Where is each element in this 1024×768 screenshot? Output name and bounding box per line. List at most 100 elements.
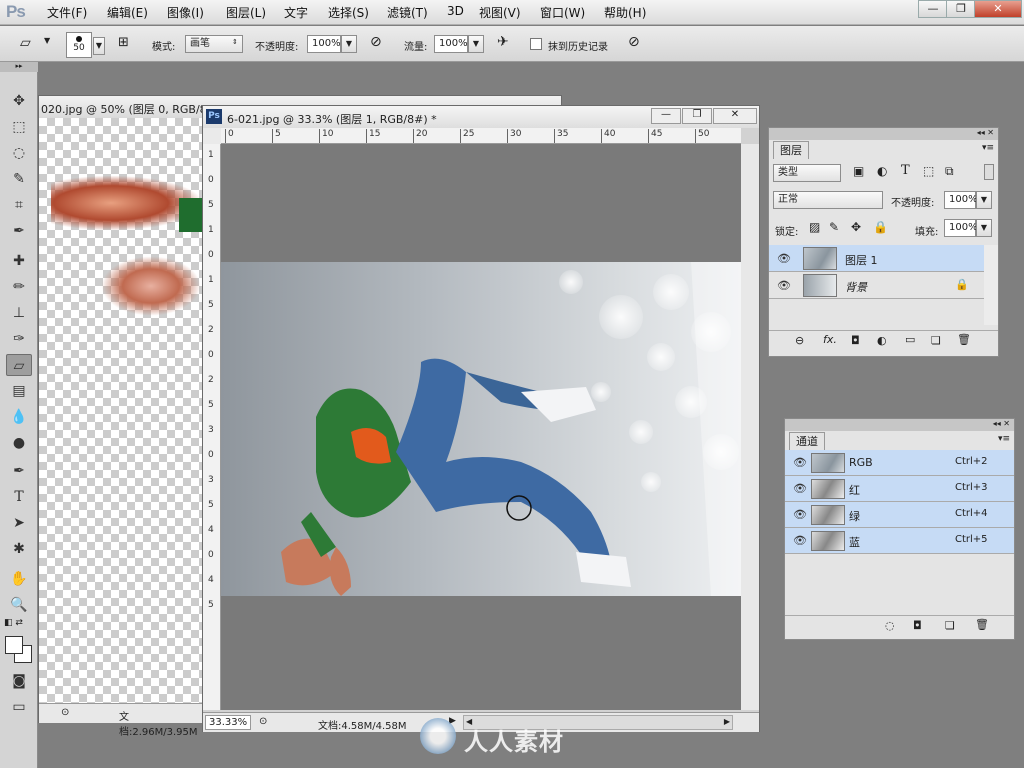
visibility-eye-icon[interactable]: 👁 [777, 279, 791, 292]
visibility-eye-icon[interactable]: 👁 [793, 534, 807, 547]
panel-menu-icon[interactable]: ▾≡ [982, 143, 994, 153]
save-selection-icon[interactable]: ◘ [913, 619, 922, 632]
healing-tool-icon[interactable]: ✚ [6, 250, 32, 272]
visibility-eye-icon[interactable]: 👁 [793, 508, 807, 521]
toolbox-grip[interactable]: ▸▸ [0, 62, 38, 72]
add-mask-icon[interactable]: ◘ [851, 334, 860, 347]
stamp-tool-icon[interactable]: ⊥ [6, 302, 32, 324]
dodge-tool-icon[interactable]: ● [6, 432, 32, 454]
menu-layer[interactable]: 图层(L) [226, 4, 266, 21]
tab-layers[interactable]: 图层 [773, 141, 809, 159]
panel-menu-icon[interactable]: ▾≡ [998, 434, 1010, 444]
new-layer-icon[interactable]: ❏ [931, 334, 941, 347]
flow-input[interactable]: 100% [434, 35, 468, 53]
layer-opacity-dropdown[interactable]: ▼ [976, 191, 992, 209]
type-tool-icon[interactable]: T [6, 486, 32, 508]
layer-name[interactable]: 图层 1 [845, 252, 878, 268]
menu-view[interactable]: 视图(V) [479, 4, 521, 21]
scroll-right-icon[interactable]: ▶ [724, 717, 730, 726]
load-selection-icon[interactable]: ◌ [885, 619, 895, 632]
quick-mask-icon[interactable]: ◙ [6, 670, 32, 692]
brush-panel-icon[interactable]: ⊞ [118, 35, 129, 50]
menu-type[interactable]: 文字 [284, 4, 308, 21]
doc-restore-button[interactable]: ❐ [682, 108, 712, 124]
minimize-button[interactable]: — [918, 0, 948, 18]
brush-preset-picker[interactable]: 50 [66, 32, 92, 58]
ruler-left[interactable]: 1051015202530354045 [203, 144, 221, 710]
lock-transparency-icon[interactable]: ▨ [809, 220, 820, 234]
adjustment-layer-icon[interactable]: ◐ [877, 334, 887, 347]
channel-row[interactable]: 👁 绿 Ctrl+4 [785, 502, 1014, 528]
pen-tool-icon[interactable]: ✒ [6, 460, 32, 482]
menu-help[interactable]: 帮助(H) [604, 4, 646, 21]
opacity-dropdown-button[interactable]: ▼ [341, 35, 357, 53]
panel-header-bar[interactable]: ◂◂ ✕ [769, 128, 998, 140]
visibility-eye-icon[interactable]: 👁 [793, 482, 807, 495]
brush-dropdown-button[interactable]: ▼ [93, 37, 105, 55]
layer-name[interactable]: 背景 [845, 279, 867, 295]
layer-row[interactable]: 👁 图层 1 [769, 245, 984, 272]
filter-shape-icon[interactable]: ⬚ [923, 164, 934, 178]
foreground-color-swatch[interactable] [5, 636, 23, 654]
lock-position-icon[interactable]: ✥ [851, 220, 861, 234]
screen-mode-icon[interactable]: ▭ [6, 696, 32, 718]
default-colors-icon[interactable]: ◧ ⇄ [4, 618, 23, 628]
menu-edit[interactable]: 编辑(E) [107, 4, 148, 21]
blur-tool-icon[interactable]: 💧 [6, 406, 32, 428]
new-channel-icon[interactable]: ❏ [945, 619, 955, 632]
fill-dropdown[interactable]: ▼ [976, 219, 992, 237]
crop-tool-icon[interactable]: ⌗ [6, 194, 32, 216]
tab-channels[interactable]: 通道 [789, 432, 825, 450]
channel-row[interactable]: 👁 红 Ctrl+3 [785, 476, 1014, 502]
menu-3d[interactable]: 3D [447, 4, 464, 18]
info-icon[interactable]: ⊙ [259, 716, 267, 727]
layer-opacity-input[interactable]: 100% [944, 191, 978, 209]
visibility-eye-icon[interactable]: 👁 [793, 456, 807, 469]
eraser-tool-icon[interactable]: ▱ [20, 35, 31, 51]
opacity-input[interactable]: 100% [307, 35, 341, 53]
menu-file[interactable]: 文件(F) [47, 4, 87, 21]
visibility-eye-icon[interactable]: 👁 [777, 252, 791, 265]
photo-canvas[interactable] [221, 262, 741, 596]
eyedropper-tool-icon[interactable]: ✒ [6, 220, 32, 242]
lock-paint-icon[interactable]: ✎ [829, 220, 839, 234]
history-brush-tool-icon[interactable]: ✑ [6, 328, 32, 350]
ruler-top[interactable]: 0 5 10 15 20 25 30 35 40 45 50 [221, 128, 741, 144]
filter-pixel-icon[interactable]: ▣ [853, 164, 864, 178]
delete-layer-icon[interactable]: 🗑 [957, 333, 971, 346]
doc-minimize-button[interactable]: — [651, 108, 681, 124]
path-select-tool-icon[interactable]: ➤ [6, 512, 32, 534]
flow-dropdown-button[interactable]: ▼ [468, 35, 484, 53]
doc-front-canvas-area[interactable] [221, 144, 741, 710]
fx-icon[interactable]: fx. [823, 333, 837, 346]
channel-row[interactable]: 👁 RGB Ctrl+2 [785, 450, 1014, 476]
airbrush-icon[interactable]: ✈ [497, 34, 509, 50]
move-tool-icon[interactable]: ✥ [6, 90, 32, 112]
brush-tool-icon[interactable]: ✏ [6, 276, 32, 298]
menu-window[interactable]: 窗口(W) [540, 4, 585, 21]
close-button[interactable]: ✕ [974, 0, 1022, 18]
doc-back-canvas[interactable] [39, 118, 204, 703]
link-layers-icon[interactable]: ⊖ [795, 334, 804, 347]
filter-kind-select[interactable]: 类型 [773, 164, 841, 182]
layer-row[interactable]: 👁 背景 🔒 [769, 272, 984, 299]
layers-scrollbar[interactable] [984, 245, 998, 325]
layer-thumbnail[interactable] [803, 274, 837, 297]
pressure-opacity-icon[interactable]: ⊘ [370, 34, 382, 50]
fill-input[interactable]: 100% [944, 219, 978, 237]
pressure-size-icon[interactable]: ⊘ [628, 34, 640, 50]
delete-channel-icon[interactable]: 🗑 [975, 618, 989, 631]
panel-header-bar[interactable]: ◂◂ ✕ [785, 419, 1014, 431]
doc-close-button[interactable]: ✕ [713, 108, 757, 124]
filter-type-icon[interactable]: T [901, 163, 910, 178]
zoom-field[interactable]: 33.33% [205, 715, 251, 730]
menu-filter[interactable]: 滤镜(T) [387, 4, 428, 21]
lasso-tool-icon[interactable]: ◌ [6, 142, 32, 164]
new-group-icon[interactable]: ▭ [905, 333, 915, 346]
gradient-tool-icon[interactable]: ▤ [6, 380, 32, 402]
ruler-origin[interactable] [203, 128, 221, 144]
menu-image[interactable]: 图像(I) [167, 4, 204, 21]
filter-adjustment-icon[interactable]: ◐ [877, 164, 887, 178]
lock-all-icon[interactable]: 🔒 [873, 220, 888, 234]
layer-thumbnail[interactable] [803, 247, 837, 270]
